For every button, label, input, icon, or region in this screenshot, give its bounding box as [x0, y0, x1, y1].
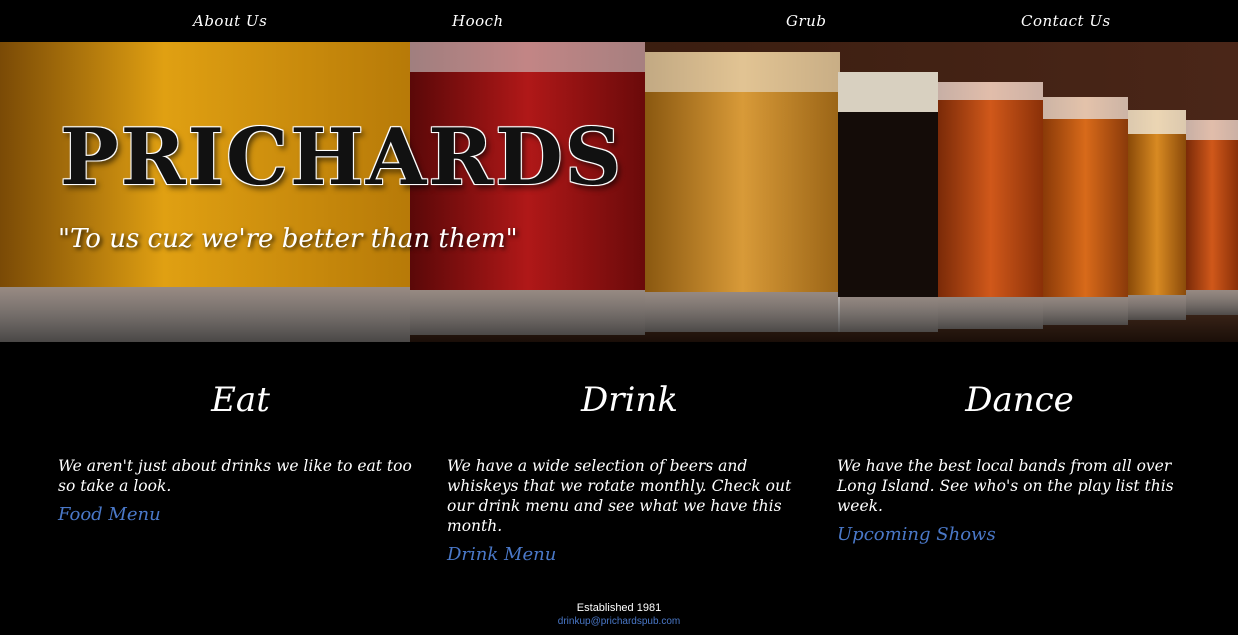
eat-heading: Eat — [211, 380, 270, 420]
hero-banner: PRICHARDS "To us cuz we're better than t… — [0, 42, 1238, 342]
eat-text: We aren't just about drinks we like to e… — [58, 457, 412, 495]
site-title: PRICHARDS — [60, 112, 624, 203]
eat-section: Eat We aren't just about drinks we like … — [58, 380, 423, 525]
nav-contact-us[interactable]: Contact Us — [1021, 12, 1111, 30]
drink-text: We have a wide selection of beers and wh… — [447, 457, 792, 535]
dance-heading: Dance — [965, 380, 1074, 420]
email-link[interactable]: drinkup@prichardspub.com — [0, 615, 1238, 629]
nav-grub[interactable]: Grub — [786, 12, 826, 30]
drink-menu-link[interactable]: Drink Menu — [447, 544, 812, 565]
drink-section: Drink We have a wide selection of beers … — [447, 380, 812, 565]
upcoming-shows-link[interactable]: Upcoming Shows — [837, 524, 1202, 545]
dance-section: Dance We have the best local bands from … — [837, 380, 1202, 545]
food-menu-link[interactable]: Food Menu — [58, 504, 423, 525]
dance-text: We have the best local bands from all ov… — [837, 457, 1174, 515]
established-text: Established 1981 — [576, 602, 662, 614]
top-nav: About Us Hooch Grub Contact Us — [0, 0, 1238, 42]
site-tagline: "To us cuz we're better than them" — [58, 224, 518, 254]
nav-hooch[interactable]: Hooch — [452, 12, 504, 30]
footer: Established 1981 drinkup@prichardspub.co… — [0, 601, 1238, 629]
drink-heading: Drink — [581, 380, 678, 420]
nav-about-us[interactable]: About Us — [193, 12, 267, 30]
